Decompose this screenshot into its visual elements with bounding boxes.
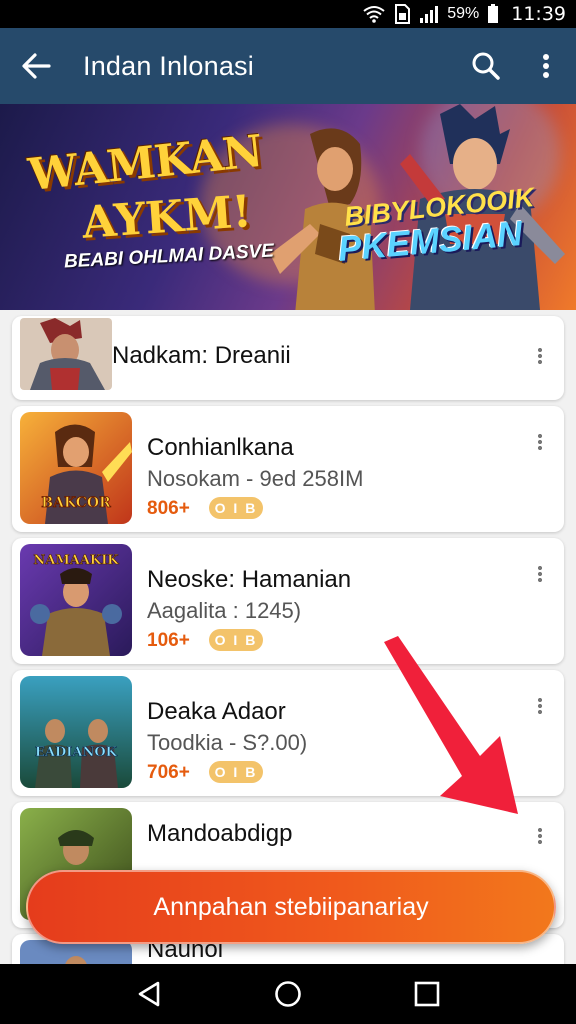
more-vert-icon: [538, 697, 542, 715]
game-price: 806+: [147, 498, 190, 519]
sim-icon: [393, 3, 411, 25]
battery-percent: 59%: [447, 5, 480, 22]
list-item[interactable]: BAKCOR Conhianlkana Nosokam - 9ed 258IM …: [12, 406, 564, 532]
game-title: Nadkam: Dreanii: [112, 342, 291, 369]
nav-back-button[interactable]: [129, 974, 169, 1014]
more-vert-icon: [538, 827, 542, 845]
home-circle-icon: [275, 981, 301, 1007]
primary-cta-button[interactable]: Annpahan stebiipanariay: [26, 870, 556, 944]
game-meta: Nosokam - 9ed 258IM: [147, 466, 364, 491]
overflow-menu-button[interactable]: [516, 28, 576, 104]
game-thumbnail: BAKCOR: [20, 412, 132, 524]
system-nav-bar: [0, 964, 576, 1024]
game-title: Neoske: Hamanian: [147, 566, 352, 593]
signal-icon: [419, 3, 439, 25]
recents-square-icon: [414, 981, 439, 1007]
more-vert-icon: [538, 347, 542, 365]
clock: 11:39: [511, 3, 566, 25]
more-vert-icon: [538, 565, 542, 583]
thumb-caption: EADIANOK: [35, 745, 118, 760]
item-menu-button[interactable]: [528, 430, 552, 454]
list-item[interactable]: Nadkam: Dreanii: [12, 316, 564, 400]
item-menu-button[interactable]: [528, 562, 552, 586]
game-title: Deaka Adaor: [147, 698, 286, 725]
thumb-caption: BAKCOR: [41, 495, 111, 511]
game-title: Conhianlkana: [147, 434, 294, 461]
more-vert-icon: [538, 433, 542, 451]
item-menu-button[interactable]: [528, 694, 552, 718]
search-icon: [472, 52, 500, 80]
game-badge: O I B: [209, 761, 263, 783]
nav-recents-button[interactable]: [407, 974, 447, 1014]
game-thumbnail: EADIANOK: [20, 676, 132, 788]
promo-banner[interactable]: WAMKAN AYKM! BEABI OHLMAI DASVE BIBYLOKO…: [0, 104, 576, 310]
game-thumbnail: [20, 318, 112, 390]
game-thumbnail: NAMAAKIK: [20, 544, 132, 656]
app-bar: Indan Inlonasi: [0, 28, 576, 104]
page-title: Indan Inlonasi: [83, 50, 254, 81]
back-triangle-icon: [139, 981, 160, 1007]
game-meta: Aagalita : 1245): [147, 598, 302, 623]
thumb-caption: NAMAAKIK: [33, 553, 119, 568]
nav-home-button[interactable]: [268, 974, 308, 1014]
game-badge: O I B: [209, 497, 263, 519]
search-button[interactable]: [456, 28, 516, 104]
battery-icon: [487, 3, 499, 25]
back-button[interactable]: [0, 28, 72, 104]
item-menu-button[interactable]: [528, 824, 552, 848]
wifi-icon: [363, 3, 385, 25]
item-menu-button[interactable]: [528, 344, 552, 368]
status-bar: 59% 11:39: [0, 0, 576, 28]
arrow-left-icon: [22, 53, 51, 79]
pointer-arrow-graphic: [384, 636, 518, 814]
more-vert-icon: [543, 54, 549, 78]
game-title: Mandoabdigp: [147, 820, 293, 847]
game-badge: O I B: [209, 629, 263, 651]
game-price: 706+: [147, 762, 190, 783]
game-meta: Toodkia - S?.00): [147, 730, 308, 755]
game-price: 106+: [147, 630, 190, 651]
